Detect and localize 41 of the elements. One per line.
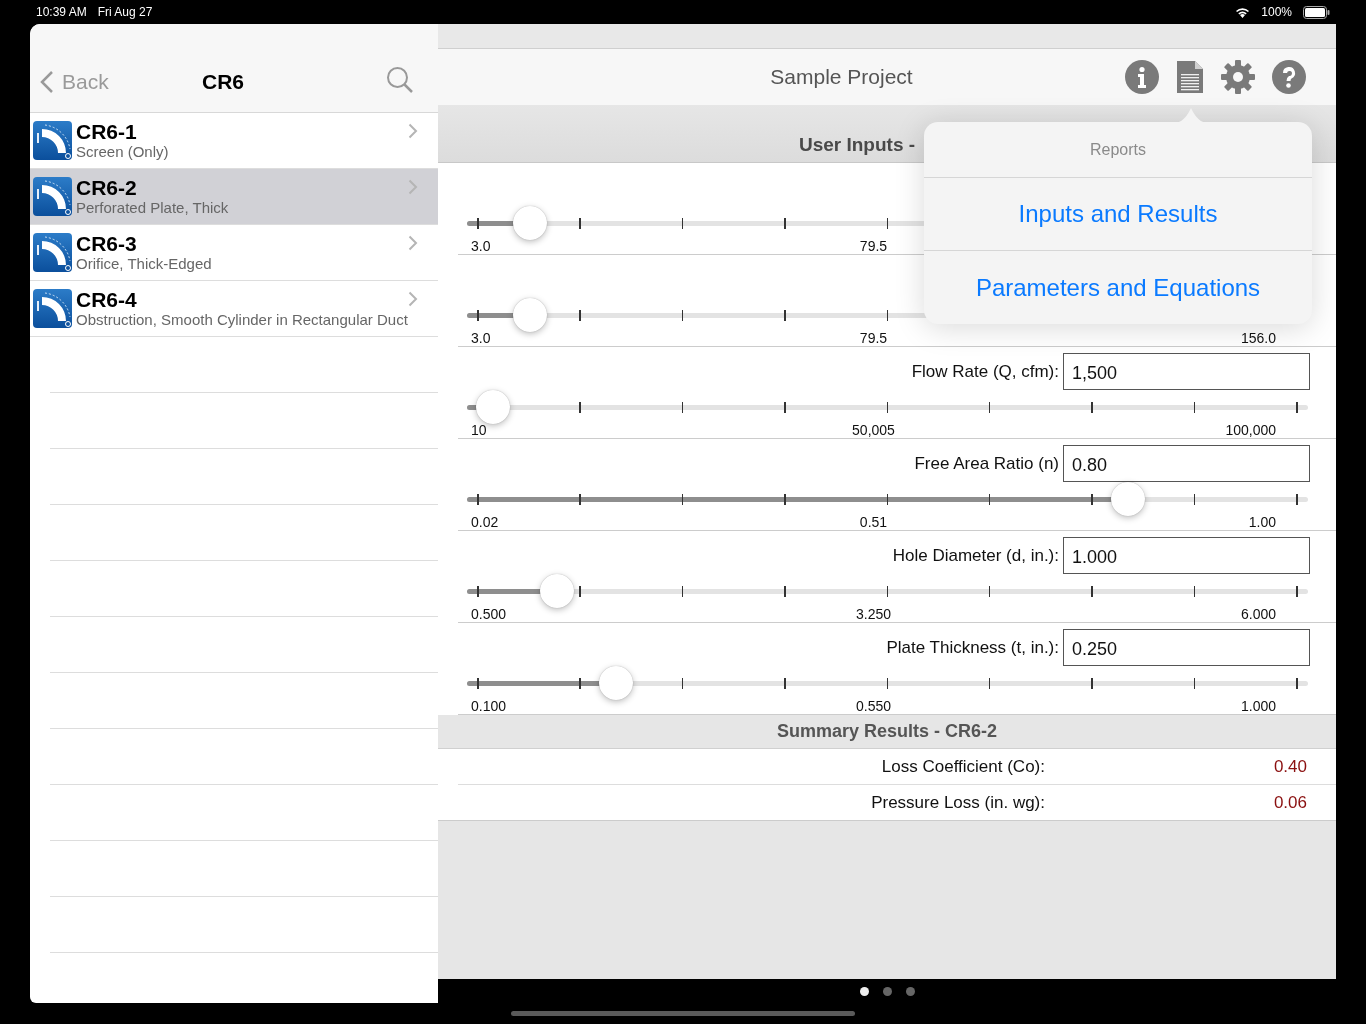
result-label: Loss Coefficient (Co): xyxy=(880,756,1045,777)
input-label: Hole Diameter (d, in.): xyxy=(892,545,1059,566)
slider-max-label: 1.000 xyxy=(1239,698,1276,714)
battery-percent: 100% xyxy=(1261,5,1292,19)
slider-mid-label: 3.250 xyxy=(854,606,892,622)
slider-min-label: 3.0 xyxy=(471,238,492,254)
slider-min-label: 3.0 xyxy=(471,330,492,346)
slider-max-label: 100,000 xyxy=(1224,422,1276,438)
item-description: Perforated Plate, Thick xyxy=(76,199,229,217)
section-title: User Inputs - xyxy=(798,134,916,156)
slider-mid-label: 79.5 xyxy=(858,238,889,254)
slider-max-label: 156.0 xyxy=(1239,330,1276,346)
status-date: Fri Aug 27 xyxy=(97,5,153,19)
slider-min-label: 0.02 xyxy=(471,514,500,530)
input-label: Free Area Ratio (n) xyxy=(914,453,1059,474)
item-code: CR6-4 xyxy=(76,288,137,311)
input-label: Flow Rate (Q, cfm): xyxy=(911,361,1059,382)
slider-min-label: 10 xyxy=(471,422,488,438)
item-description: Screen (Only) xyxy=(76,143,169,161)
slider-mid-label: 0.550 xyxy=(854,698,892,714)
slider-min-label: 0.100 xyxy=(471,698,508,714)
input-label: Plate Thickness (t, in.): xyxy=(886,637,1059,658)
item-code: CR6-2 xyxy=(76,176,137,199)
slider-mid-label: 79.5 xyxy=(858,330,889,346)
item-code: CR6-3 xyxy=(76,232,137,255)
nav-title: CR6 xyxy=(201,70,245,94)
slider-mid-label: 50,005 xyxy=(851,422,896,438)
project-title: Sample Project xyxy=(769,65,914,89)
slider-max-label: 1.00 xyxy=(1247,514,1276,530)
status-time: 10:39 AM xyxy=(36,5,87,19)
result-value: 0.06 xyxy=(1272,792,1307,813)
item-code: CR6-1 xyxy=(76,120,137,143)
item-description: Orifice, Thick-Edged xyxy=(76,255,212,273)
result-value: 0.40 xyxy=(1272,756,1307,777)
slider-min-label: 0.500 xyxy=(471,606,508,622)
summary-title: Summary Results - CR6-2 xyxy=(776,721,998,742)
popover-title: Reports xyxy=(1090,140,1146,159)
slider-max-label: 6.000 xyxy=(1239,606,1276,622)
slider-mid-label: 0.51 xyxy=(858,514,889,530)
item-description: Obstruction, Smooth Cylinder in Rectangular Duct xyxy=(76,311,408,329)
result-label: Pressure Loss (in. wg): xyxy=(870,792,1045,813)
